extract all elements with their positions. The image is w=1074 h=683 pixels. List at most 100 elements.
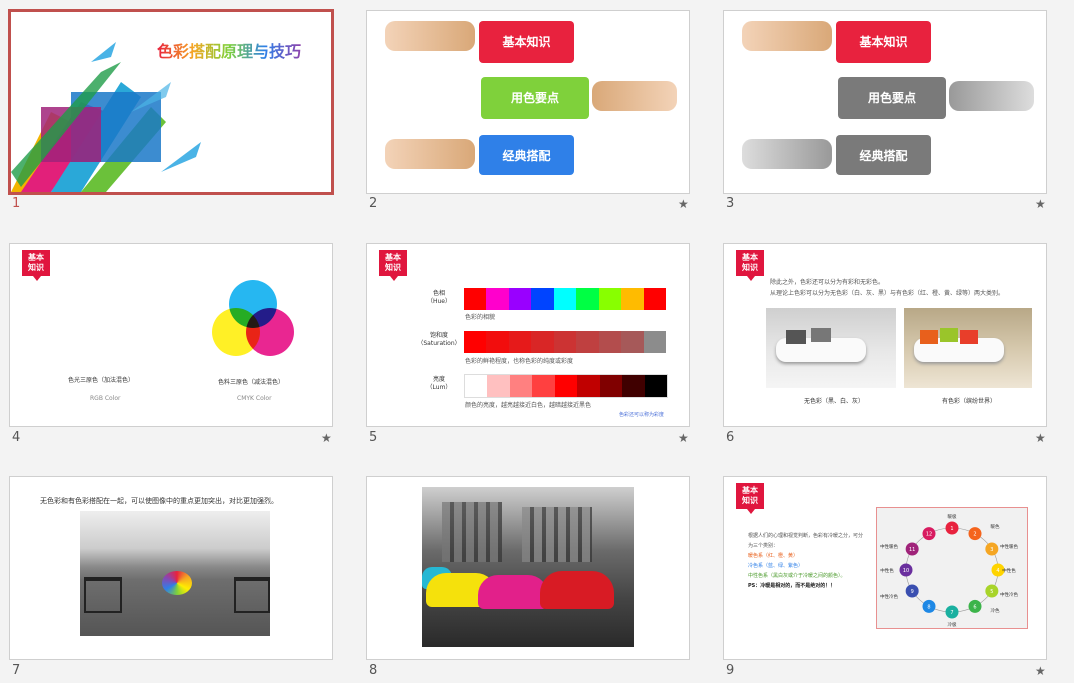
swatch-2-3: [532, 375, 555, 397]
wheel-label: 中性冷色: [880, 593, 898, 600]
wheel-dot-number: 1: [950, 526, 953, 532]
cmyk-sub: CMYK Color: [237, 395, 272, 402]
label-usage: 用色要点: [867, 91, 916, 105]
swatch-2-2: [509, 375, 533, 397]
intro-text-2: 从理论上色彩可以分为无色彩（白、灰、黑）与有色彩（红、橙、黄、绿等）两大类别。: [770, 290, 1005, 297]
swatch-1-0: [464, 331, 487, 353]
gray-sofa-photo: [766, 308, 896, 388]
label-basic: 基本知识: [859, 35, 908, 49]
label-classic: 经典搭配: [502, 149, 551, 163]
label-usage: 用色要点: [510, 91, 559, 105]
lum-note: 颜色的亮度，越亮越接近白色，越暗越接近黑色: [465, 402, 592, 409]
wheel-dot-number: 5: [990, 589, 993, 595]
footnote: 色彩还可以称为彩度: [619, 412, 665, 418]
label-basic: 基本知识: [502, 35, 551, 49]
hand-brush-1: [385, 21, 475, 51]
wheel-label: 暖极: [948, 513, 957, 520]
star-icon: ★: [1035, 431, 1046, 445]
hand-brush-2: [949, 81, 1034, 111]
slide-number-2: 2: [369, 196, 378, 211]
wheel-label: 中性暖色: [880, 543, 898, 550]
swatch-1-8: [643, 331, 666, 353]
umbrella-photo: [80, 511, 270, 636]
wheel-dot-number: 8: [927, 604, 930, 610]
wheel-dot-number: 7: [950, 610, 953, 616]
slide-number-8: 8: [369, 663, 378, 678]
swatch-1-3: [531, 331, 554, 353]
star-icon: ★: [1035, 664, 1046, 678]
star-icon: ★: [321, 431, 332, 445]
slide-number-3: 3: [726, 196, 735, 211]
wheel-dot-number: 11: [909, 547, 915, 553]
color-wheel-panel: 1 2 3 4 5 6 7 8 9 10 11 12 暖极 暖色 中性暖色 中性色 冷色 中性冷色 冷极 中性冷色 中性…: [876, 507, 1028, 629]
swatch-0-2: [508, 288, 532, 310]
intro-text-1: 除此之外，色彩还可以分为有彩和无彩色。: [770, 279, 885, 286]
lum-label: 亮度 （Lum）: [426, 376, 452, 391]
wheel-label: 冷极: [948, 621, 957, 628]
slide-number-4: 4: [12, 430, 21, 445]
swatch-2-5: [577, 375, 600, 397]
saturation-note: 色彩的鲜艳程度，也称色彩的纯度或彩度: [465, 358, 574, 365]
star-icon: ★: [678, 431, 689, 445]
wheel-label: 中性色: [1002, 567, 1016, 574]
slide-thumb-5[interactable]: 基本 知识 色相 （Hue） 色彩的相貌 饱和度 （Saturation） 色彩…: [366, 243, 690, 427]
slide-number-6: 6: [726, 430, 735, 445]
swatch-0-3: [531, 288, 554, 310]
slide-thumb-1[interactable]: 色彩搭配原理与技巧: [8, 9, 334, 195]
slide-thumb-8[interactable]: [366, 476, 690, 660]
swatch-0-8: [643, 288, 666, 310]
text-line-1: 根据人们的心理和视觉判断，色彩有冷暖之分，可分: [748, 533, 864, 539]
wheel-label: 中性暖色: [1000, 543, 1018, 550]
label-classic: 经典搭配: [859, 149, 908, 163]
color-wheel: 123456789101112暖极暖色中性暖色中性色冷色中性冷色冷极中性冷色中性…: [880, 513, 1018, 628]
slide-thumb-6[interactable]: 基本 知识 除此之外，色彩还可以分为有彩和无彩色。 从理论上色彩可以分为无色彩（…: [723, 243, 1047, 427]
swatch-2-4: [554, 375, 578, 397]
swatch-1-7: [621, 331, 644, 353]
wheel-dot-number: 12: [926, 532, 932, 538]
slide-thumb-2[interactable]: 基本知识 用色要点 经典搭配: [366, 10, 690, 194]
slide-caption: 无色彩和有色彩搭配在一起，可以使图像中的重点更加突出，对比更加强烈。: [40, 497, 278, 505]
color-circles: [64, 278, 294, 356]
swatch-0-4: [553, 288, 577, 310]
color-sofa-photo: [904, 308, 1032, 388]
swatch-0-1: [486, 288, 509, 310]
caption-achromatic: 无色彩（黑、白、灰）: [804, 398, 865, 405]
swatch-2-7: [622, 375, 645, 397]
swatch-2-1: [487, 375, 510, 397]
slide-thumb-9[interactable]: 基本 知识 根据人们的心理和视觉判断，色彩有冷暖之分，可分 为三个类别： 暖色系…: [723, 476, 1047, 660]
swatch-0-5: [576, 288, 599, 310]
wheel-ring: [905, 527, 999, 613]
swatch-2-8: [644, 375, 667, 397]
hue-note: 色彩的相貌: [465, 314, 496, 321]
saturation-label: 饱和度 （Saturation）: [417, 332, 461, 347]
swatch-1-2: [508, 331, 532, 353]
hand-brush-2: [592, 81, 677, 111]
wheel-dot-number: 9: [911, 589, 914, 595]
swatch-0-0: [464, 288, 487, 310]
caption-chromatic: 有色彩（缤纷世界）: [942, 398, 997, 405]
slide-thumb-4[interactable]: 基本 知识 色光三原色（加法混色） RGB Color 色料三原色（减法混色） …: [9, 243, 333, 427]
slide-thumb-3[interactable]: 基本知识 用色要点 经典搭配: [723, 10, 1047, 194]
wheel-label: 中性冷色: [1000, 591, 1018, 598]
wheel-dot-number: 4: [996, 568, 999, 574]
star-icon: ★: [678, 197, 689, 211]
swatch-1-4: [553, 331, 577, 353]
slide-number-9: 9: [726, 663, 735, 678]
swatch-1-6: [598, 331, 622, 353]
saturation-bar: [464, 331, 666, 353]
text-line-cool: 冷色系（蓝、绿、紫色）: [748, 563, 804, 569]
swatch-2-6: [599, 375, 623, 397]
hand-brush-3: [742, 139, 832, 169]
star-icon: ★: [1035, 197, 1046, 211]
text-line-warm: 暖色系（红、橙、黄）: [748, 553, 799, 559]
wheel-label: 暖色: [991, 523, 1000, 530]
hue-bar: [464, 288, 666, 310]
text-line-ps: PS：冷暖是相对的，而不是绝对的！！: [748, 583, 836, 589]
section-tag: 基本 知识: [379, 250, 407, 281]
hue-label: 色相 （Hue）: [426, 290, 451, 305]
wheel-label: 中性色: [880, 567, 894, 574]
slide-thumb-7[interactable]: 无色彩和有色彩搭配在一起，可以使图像中的重点更加突出，对比更加强烈。: [9, 476, 333, 660]
hand-brush-1: [742, 21, 832, 51]
text-line-neutral: 中性色系（黑白灰或介于冷暖之间的颜色）。: [748, 573, 846, 579]
slide-number-7: 7: [12, 663, 21, 678]
